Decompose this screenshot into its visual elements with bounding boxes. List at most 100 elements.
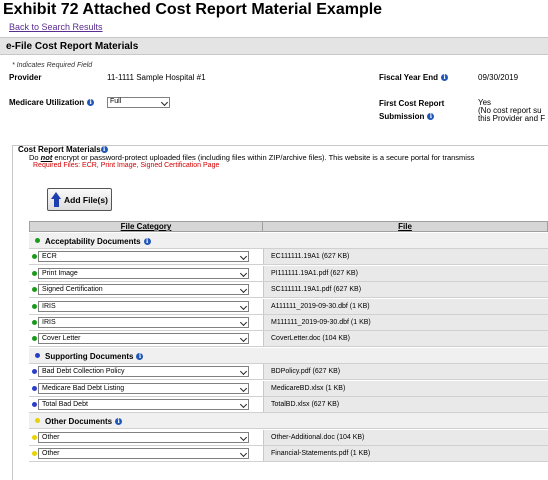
chevron-down-icon [239,269,248,277]
chevron-down-icon [239,368,248,376]
file-category-value: Bad Debt Collection Policy [42,368,125,376]
file-category-select[interactable]: Signed Certification [38,284,249,296]
file-category-select[interactable]: Total Bad Debt [38,399,249,410]
table-row: Medicare Bad Debt Listing MedicareBD.xlsx… [29,380,548,397]
status-dot-icon [32,254,37,260]
column-header-file[interactable]: File [262,221,548,232]
group-header: Acceptability Documents i [29,233,548,249]
back-to-search-link[interactable]: Back to Search Results [9,22,103,32]
status-dot-icon [32,434,37,440]
panel-title: e-File Cost Report Materials [0,37,548,55]
info-icon[interactable]: i [143,238,151,245]
group-title: Other Documents [45,417,113,427]
chevron-down-icon [239,384,248,392]
chevron-down-icon [239,433,248,441]
file-category-value: Print Image [42,269,78,277]
file-category-value: IRIS [42,319,56,326]
file-name: BDPolicy.pdf (627 KB) [263,364,548,380]
file-category-select[interactable]: Medicare Bad Debt Listing [38,382,249,394]
file-category-select[interactable]: Print Image [38,267,249,279]
table-row: IRIS M111111_2019-09-30.dbf (1 KB) [29,315,548,331]
exhibit-title: Exhibit 72 Attached Cost Report Material… [3,1,383,18]
chevron-down-icon [239,450,248,458]
file-category-select[interactable]: Other [38,431,249,443]
info-icon[interactable]: i [87,99,95,106]
chevron-down-icon [239,400,248,409]
required-field-note: * Indicates Required Field [12,62,93,69]
table-row: Bad Debt Collection Policy BDPolicy.pdf (… [29,364,548,381]
file-category-select[interactable]: Bad Debt Collection Policy [38,366,249,378]
info-icon[interactable]: i [441,74,448,81]
file-category-select[interactable]: IRIS [38,300,249,312]
status-dot-icon [32,320,37,325]
file-name: Financial-Statements.pdf (1 KB) [263,446,548,462]
status-dot-icon [35,418,40,424]
table-row: Cover Letter CoverLetter.doc (104 KB) [29,331,548,348]
provider-label: Provider [9,73,42,82]
status-dot-icon [32,303,37,309]
file-category-select[interactable]: Cover Letter [38,333,249,345]
table-row: Signed Certification SC111111.19A1.pdf (6… [29,282,548,299]
chevron-down-icon [239,318,248,327]
status-dot-icon [32,369,37,375]
file-name: EC111111.19A1 (627 KB) [263,249,548,265]
table-row: Other Financial-Statements.pdf (1 KB) [29,446,548,463]
file-category-value: Other [42,433,60,441]
table-row: IRIS A111111_2019-09-30.dbf (1 KB) [29,298,548,315]
file-category-value: Medicare Bad Debt Listing [42,384,125,392]
status-dot-icon [32,385,37,391]
file-category-select[interactable]: IRIS [38,317,249,328]
first-cost-report-note-2: this Provider and F [478,114,546,123]
file-name: SC111111.19A1.pdf (627 KB) [263,282,548,298]
status-dot-icon [35,352,40,358]
chevron-down-icon [239,302,248,310]
table-row: Other Other-Additional.doc (104 KB) [29,429,548,446]
file-name: PI111111.19A1.pdf (627 KB) [263,265,548,281]
info-icon[interactable]: i [136,352,144,360]
chevron-down-icon [160,98,169,107]
group-title: Acceptability Documents [45,237,141,246]
status-dot-icon [32,336,37,342]
chevron-down-icon [239,286,248,294]
file-name: MedicareBD.xlsx (1 KB) [263,380,548,396]
file-category-value: Cover Letter [42,335,81,343]
provider-value: 11-1111 Sample Hospital #1 [107,73,206,82]
medicare-utilization-label: Medicare Utilization i [9,98,95,107]
file-category-select[interactable]: ECR [38,251,249,263]
status-dot-icon [32,451,37,457]
column-header-file-category[interactable]: File Category [29,221,263,232]
fiscal-year-end-label: Fiscal Year End i [379,73,448,82]
required-files-note: Required Files: ECR, Print Image, Signed… [33,162,220,169]
file-name: Other-Additional.doc (104 KB) [263,429,548,445]
table-row: Print Image PI111111.19A1.pdf (627 KB) [29,265,548,282]
status-dot-icon [32,402,37,407]
fiscal-year-end-value: 09/30/2019 [478,73,519,82]
chevron-down-icon [239,335,248,343]
file-category-value: Total Bad Debt [42,401,88,408]
add-files-button[interactable]: Add File(s) [47,188,112,211]
status-dot-icon [32,287,37,293]
file-name: CoverLetter.doc (104 KB) [263,331,548,347]
group-title: Supporting Documents [45,351,134,361]
group-header: Supporting Documents i [29,347,548,364]
group-header: Other Documents i [29,413,548,430]
submission-label: Submission i [379,112,435,121]
file-name: M111111_2019-09-30.dbf (1 KB) [263,315,548,330]
first-cost-report-label: First Cost Report [379,99,445,108]
file-category-value: ECR [42,253,57,261]
file-category-select[interactable]: Other [38,448,249,460]
file-category-value: Signed Certification [42,286,103,294]
status-dot-icon [35,238,40,243]
info-icon[interactable]: i [115,418,123,426]
file-category-value: IRIS [42,302,56,310]
file-category-value: Other [42,450,60,458]
info-icon[interactable]: i [100,146,108,153]
table-row: ECR EC111111.19A1 (627 KB) [29,249,548,266]
upload-arrow-icon [51,192,62,207]
chevron-down-icon [239,253,248,261]
info-icon[interactable]: i [427,113,435,120]
file-name: TotalBD.xlsx (627 KB) [263,397,548,412]
encryption-warning: Do not encrypt or password-protect uploa… [29,153,475,162]
status-dot-icon [32,270,37,276]
medicare-utilization-select[interactable]: Full [107,97,170,108]
